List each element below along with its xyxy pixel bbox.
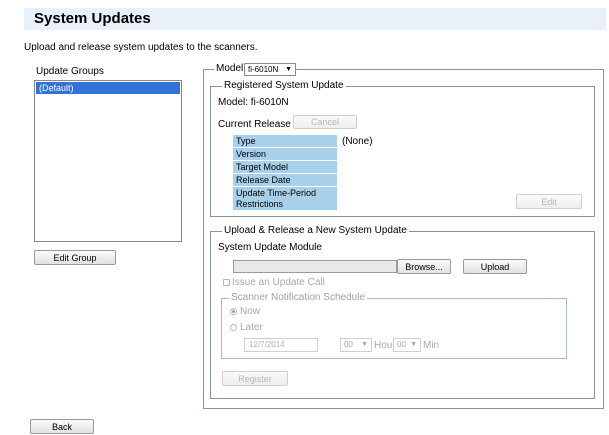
min-select[interactable]: 00 ▼ xyxy=(393,338,421,352)
edit-group-button[interactable]: Edit Group xyxy=(34,250,116,265)
cancel-button[interactable]: Cancel xyxy=(293,115,357,129)
list-item[interactable]: (Default) xyxy=(36,82,180,94)
release-row-label-version: Version xyxy=(233,148,337,161)
issue-update-call-label: Issue an Update Call xyxy=(232,277,325,288)
release-type-value: (None) xyxy=(342,136,373,147)
registered-model-text: Model: fi-6010N xyxy=(218,97,289,108)
now-radio[interactable] xyxy=(230,308,237,315)
later-radio[interactable] xyxy=(230,324,237,331)
issue-update-call-checkbox[interactable] xyxy=(223,279,230,286)
update-groups-list[interactable]: (Default) xyxy=(34,80,182,242)
schedule-date-field[interactable]: 12/7/2014 xyxy=(244,338,318,352)
min-select-value: 00 xyxy=(397,340,406,349)
registered-update-legend: Registered System Update xyxy=(222,80,346,91)
back-button[interactable]: Back xyxy=(30,419,94,434)
page-description: Upload and release system updates to the… xyxy=(24,42,258,53)
register-button[interactable]: Register xyxy=(222,371,288,386)
chevron-down-icon: ▼ xyxy=(285,66,292,73)
module-file-field[interactable] xyxy=(233,260,397,273)
upload-release-legend: Upload & Release a New System Update xyxy=(222,225,409,236)
upload-button[interactable]: Upload xyxy=(463,259,527,274)
release-info-table: Type Version Target Model Release Date U… xyxy=(233,135,337,211)
release-row-label-restrictions: Update Time-Period Restrictions xyxy=(233,187,337,211)
model-label: Model: xyxy=(214,63,249,74)
release-row-label-type: Type xyxy=(233,135,337,148)
release-row-label-release-date: Release Date xyxy=(233,174,337,187)
hour-select[interactable]: 00 ▼ xyxy=(340,338,372,352)
page-title: System Updates xyxy=(34,10,151,27)
page-header: System Updates xyxy=(24,8,606,30)
release-row-label-target-model: Target Model xyxy=(233,161,337,174)
system-update-module-label: System Update Module xyxy=(218,242,322,253)
edit-button[interactable]: Edit xyxy=(516,194,582,209)
chevron-down-icon: ▼ xyxy=(361,341,368,348)
model-select-value: fi-6010N xyxy=(248,65,279,74)
browse-button[interactable]: Browse... xyxy=(397,259,451,274)
hour-select-value: 00 xyxy=(344,340,353,349)
chevron-down-icon: ▼ xyxy=(410,341,417,348)
now-label: Now xyxy=(240,306,261,317)
notification-schedule-legend: Scanner Notification Schedule xyxy=(229,292,367,303)
update-groups-label: Update Groups xyxy=(36,66,104,77)
current-release-label: Current Release xyxy=(218,119,291,130)
model-select[interactable]: fi-6010N ▼ xyxy=(244,63,296,76)
min-label: Min xyxy=(423,340,440,351)
later-label: Later xyxy=(240,322,263,333)
